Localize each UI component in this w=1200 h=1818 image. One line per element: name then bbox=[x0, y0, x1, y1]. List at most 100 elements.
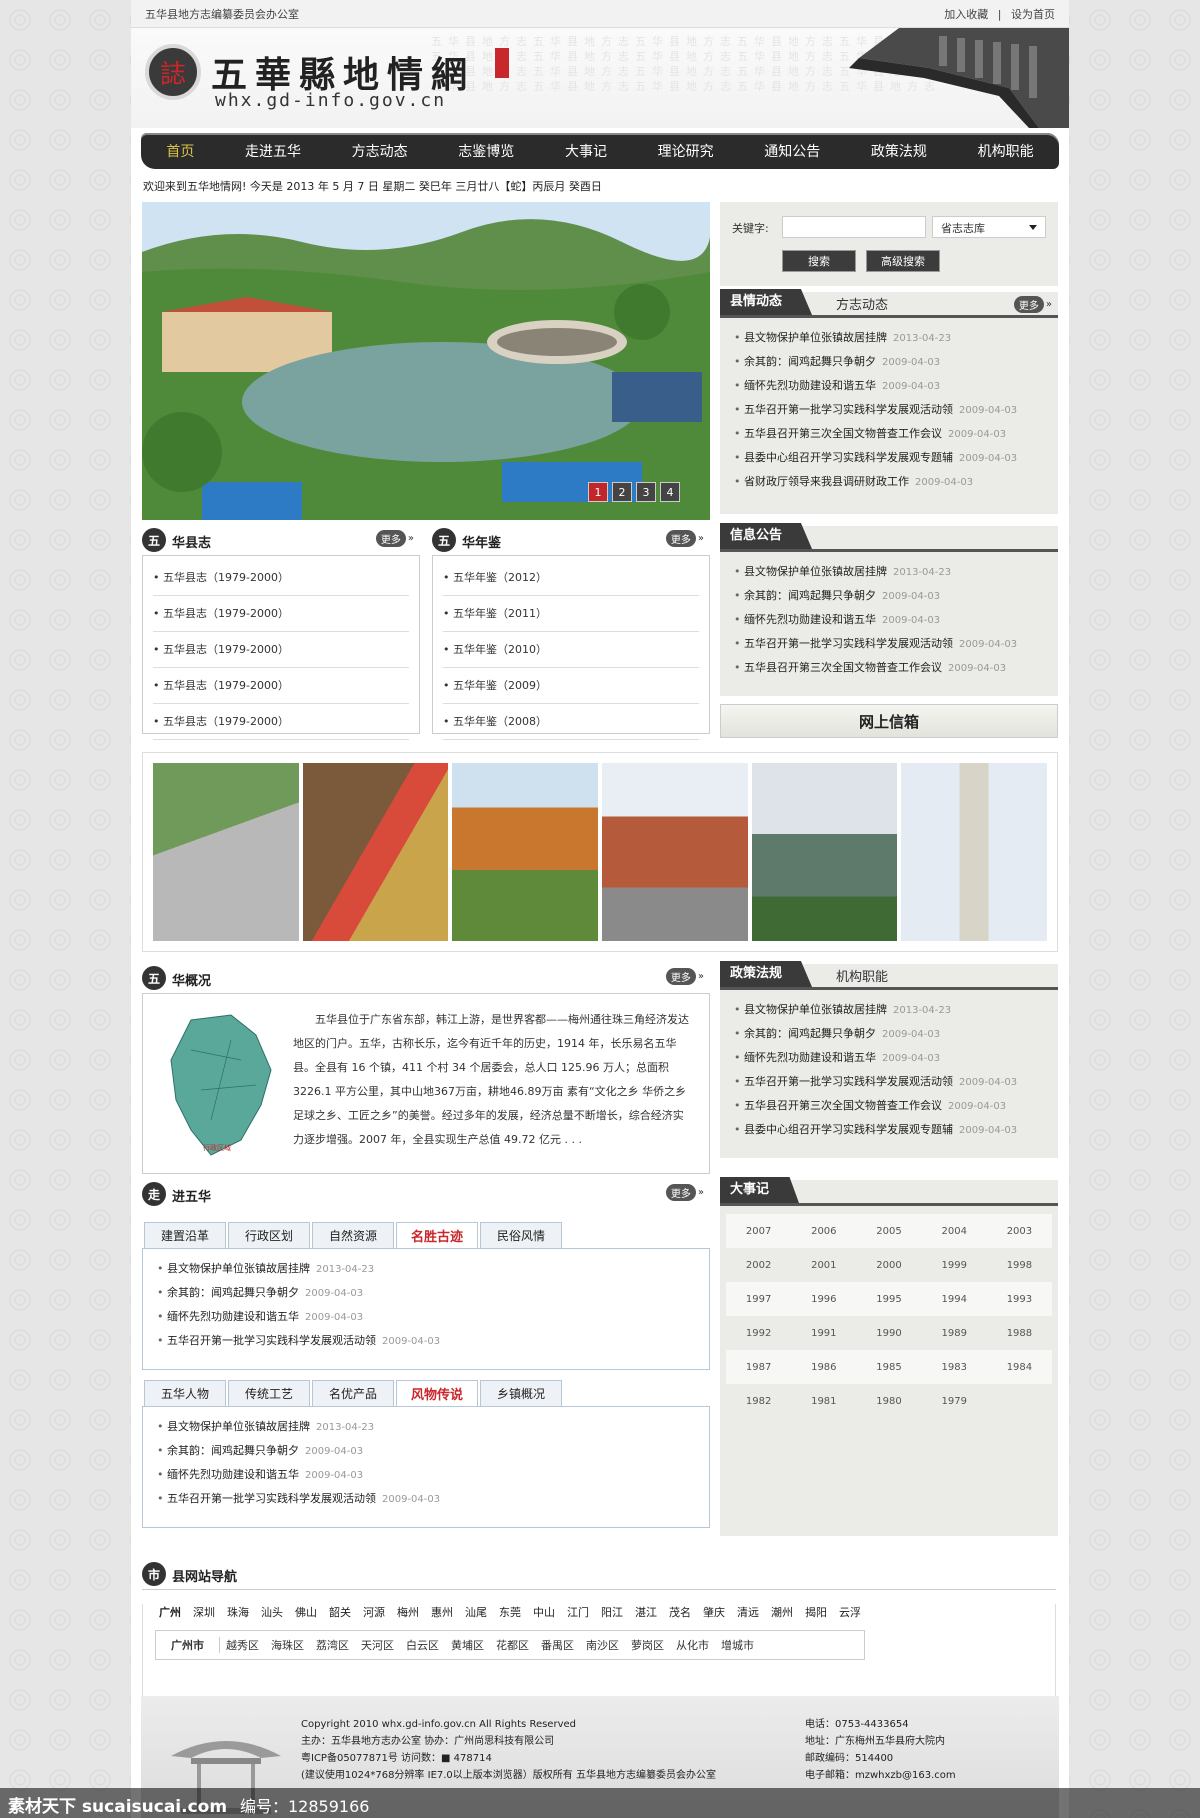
list-item[interactable]: 省财政厅领导来我县调研财政工作 2009-04-03 bbox=[734, 470, 1044, 494]
news-title[interactable]: 五华召开第一批学习实践科学发展观活动领 bbox=[167, 1492, 376, 1505]
list-item[interactable]: 县文物保护单位张镇故居挂牌 2013-04-23 bbox=[157, 1257, 695, 1281]
subtab-3[interactable]: 名胜古迹 bbox=[396, 1222, 478, 1248]
city-link[interactable]: 茂名 bbox=[663, 1604, 697, 1620]
year-link[interactable]: 1980 bbox=[856, 1396, 921, 1407]
nav-item-5[interactable]: 理论研究 bbox=[658, 141, 714, 161]
list-item[interactable]: 五华召开第一批学习实践科学发展观活动领 2009-04-03 bbox=[734, 632, 1044, 656]
list-item[interactable]: 县文物保护单位张镇故居挂牌 2013-04-23 bbox=[734, 560, 1044, 584]
news-title[interactable]: 缅怀先烈功勋建设和谐五华 bbox=[744, 379, 876, 392]
news-title[interactable]: 县委中心组召开学习实践科学发展观专题辅 bbox=[744, 1123, 953, 1136]
city-link[interactable]: 韶关 bbox=[323, 1604, 357, 1620]
year-link[interactable]: 1987 bbox=[726, 1362, 791, 1373]
gallery-photo-highway[interactable] bbox=[153, 763, 299, 941]
news-title[interactable]: 五华召开第一批学习实践科学发展观活动领 bbox=[167, 1334, 376, 1347]
subtab-4[interactable]: 乡镇概况 bbox=[480, 1380, 562, 1406]
city-link[interactable]: 广州 bbox=[153, 1604, 187, 1620]
list-item[interactable]: 五华县志（1979-2000） bbox=[153, 596, 409, 632]
list-item[interactable]: 缅怀先烈功勋建设和谐五华 2009-04-03 bbox=[734, 608, 1044, 632]
nav-item-4[interactable]: 大事记 bbox=[565, 141, 607, 161]
subtab-0[interactable]: 建置沿革 bbox=[144, 1222, 226, 1248]
more-link[interactable]: 更多» bbox=[375, 530, 414, 547]
news-title[interactable]: 余其韵：闻鸡起舞只争朝夕 bbox=[167, 1444, 299, 1457]
year-link[interactable]: 2007 bbox=[726, 1226, 791, 1237]
year-link[interactable]: 2000 bbox=[856, 1260, 921, 1271]
year-link[interactable]: 1993 bbox=[987, 1294, 1052, 1305]
news-title[interactable]: 余其韵：闻鸡起舞只争朝夕 bbox=[744, 355, 876, 368]
online-mailbox-button[interactable]: 网上信箱 bbox=[720, 704, 1058, 738]
year-link[interactable]: 1991 bbox=[791, 1328, 856, 1339]
nav-item-6[interactable]: 通知公告 bbox=[764, 141, 820, 161]
news-title[interactable]: 五华县召开第三次全国文物普查工作会议 bbox=[744, 661, 942, 674]
list-item[interactable]: 五华召开第一批学习实践科学发展观活动领 2009-04-03 bbox=[734, 1070, 1044, 1094]
year-link[interactable]: 1992 bbox=[726, 1328, 791, 1339]
city-link[interactable]: 汕尾 bbox=[459, 1604, 493, 1620]
district-link[interactable]: 荔湾区 bbox=[310, 1637, 355, 1653]
more-link[interactable]: 更多» bbox=[665, 1184, 704, 1201]
news-title[interactable]: 余其韵：闻鸡起舞只争朝夕 bbox=[744, 589, 876, 602]
slide-dot-1[interactable]: 1 bbox=[588, 482, 608, 502]
list-item[interactable]: 五华召开第一批学习实践科学发展观活动领 2009-04-03 bbox=[157, 1487, 695, 1511]
city-link[interactable]: 中山 bbox=[527, 1604, 561, 1620]
news-title[interactable]: 五华县召开第三次全国文物普查工作会议 bbox=[744, 427, 942, 440]
year-link[interactable]: 1990 bbox=[856, 1328, 921, 1339]
list-item[interactable]: 五华年鉴（2009） bbox=[443, 668, 699, 704]
gallery-photo-craft[interactable] bbox=[302, 763, 449, 941]
more-link[interactable]: 更多» bbox=[1013, 296, 1052, 313]
city-link[interactable]: 汕头 bbox=[255, 1604, 289, 1620]
year-link[interactable]: 2005 bbox=[856, 1226, 921, 1237]
list-item[interactable]: 余其韵：闻鸡起舞只争朝夕 2009-04-03 bbox=[734, 584, 1044, 608]
bookmark-link[interactable]: 加入收藏 bbox=[944, 8, 988, 21]
city-link[interactable]: 河源 bbox=[357, 1604, 391, 1620]
city-link[interactable]: 云浮 bbox=[833, 1604, 867, 1620]
subtab-2[interactable]: 名优产品 bbox=[312, 1380, 394, 1406]
list-item[interactable]: 五华年鉴（2012） bbox=[443, 560, 699, 596]
nav-item-2[interactable]: 方志动态 bbox=[352, 141, 408, 161]
news-title[interactable]: 县文物保护单位张镇故居挂牌 bbox=[744, 331, 887, 344]
year-link[interactable]: 1981 bbox=[791, 1396, 856, 1407]
search-button[interactable]: 搜索 bbox=[782, 250, 856, 272]
nav-item-1[interactable]: 走进五华 bbox=[245, 141, 301, 161]
year-link[interactable]: 1986 bbox=[791, 1362, 856, 1373]
more-link[interactable]: 更多» bbox=[665, 968, 704, 985]
list-item[interactable]: 县文物保护单位张镇故居挂牌 2013-04-23 bbox=[734, 998, 1044, 1022]
list-item[interactable]: 县文物保护单位张镇故居挂牌 2013-04-23 bbox=[157, 1415, 695, 1439]
list-item[interactable]: 五华县召开第三次全国文物普查工作会议 2009-04-03 bbox=[734, 422, 1044, 446]
news-title[interactable]: 县文物保护单位张镇故居挂牌 bbox=[744, 1003, 887, 1016]
city-link[interactable]: 东莞 bbox=[493, 1604, 527, 1620]
footer-email[interactable]: 电子邮箱：mzwhxzb@163.com bbox=[805, 1767, 956, 1784]
district-link[interactable]: 天河区 bbox=[355, 1637, 400, 1653]
city-link[interactable]: 珠海 bbox=[221, 1604, 255, 1620]
slide-dot-2[interactable]: 2 bbox=[612, 482, 632, 502]
news-title[interactable]: 五华县召开第三次全国文物普查工作会议 bbox=[744, 1099, 942, 1112]
city-link[interactable]: 阳江 bbox=[595, 1604, 629, 1620]
county-map-image[interactable]: 行政区域 bbox=[161, 1010, 281, 1160]
year-link[interactable]: 2004 bbox=[922, 1226, 987, 1237]
news-title[interactable]: 缅怀先烈功勋建设和谐五华 bbox=[744, 613, 876, 626]
year-link[interactable]: 1985 bbox=[856, 1362, 921, 1373]
list-item[interactable]: 五华年鉴（2011） bbox=[443, 596, 699, 632]
city-link[interactable]: 佛山 bbox=[289, 1604, 323, 1620]
search-scope-select[interactable]: 省志志库 bbox=[932, 216, 1046, 238]
year-link[interactable]: 1983 bbox=[922, 1362, 987, 1373]
news-title[interactable]: 县文物保护单位张镇故居挂牌 bbox=[167, 1262, 310, 1275]
district-link[interactable]: 白云区 bbox=[400, 1637, 445, 1653]
list-item[interactable]: 余其韵：闻鸡起舞只争朝夕 2009-04-03 bbox=[734, 350, 1044, 374]
district-link[interactable]: 黄埔区 bbox=[445, 1637, 490, 1653]
nav-item-8[interactable]: 机构职能 bbox=[978, 141, 1034, 161]
list-item[interactable]: 余其韵：闻鸡起舞只争朝夕 2009-04-03 bbox=[157, 1439, 695, 1463]
list-item[interactable]: 缅怀先烈功勋建设和谐五华 2009-04-03 bbox=[734, 1046, 1044, 1070]
year-link[interactable]: 1998 bbox=[987, 1260, 1052, 1271]
year-link[interactable]: 1997 bbox=[726, 1294, 791, 1305]
list-item[interactable]: 缅怀先烈功勋建设和谐五华 2009-04-03 bbox=[157, 1305, 695, 1329]
year-link[interactable]: 1994 bbox=[922, 1294, 987, 1305]
list-item[interactable]: 五华县召开第三次全国文物普查工作会议 2009-04-03 bbox=[734, 656, 1044, 680]
year-link[interactable]: 1988 bbox=[987, 1328, 1052, 1339]
tab-events[interactable]: 大事记 bbox=[720, 1177, 800, 1203]
district-link[interactable]: 花都区 bbox=[490, 1637, 535, 1653]
list-item[interactable]: 余其韵：闻鸡起舞只争朝夕 2009-04-03 bbox=[734, 1022, 1044, 1046]
news-title[interactable]: 缅怀先烈功勋建设和谐五华 bbox=[167, 1310, 299, 1323]
advanced-search-button[interactable]: 高级搜索 bbox=[866, 250, 940, 272]
district-link[interactable]: 增城市 bbox=[715, 1637, 760, 1653]
district-link[interactable]: 越秀区 bbox=[220, 1637, 265, 1653]
subtab-2[interactable]: 自然资源 bbox=[312, 1222, 394, 1248]
